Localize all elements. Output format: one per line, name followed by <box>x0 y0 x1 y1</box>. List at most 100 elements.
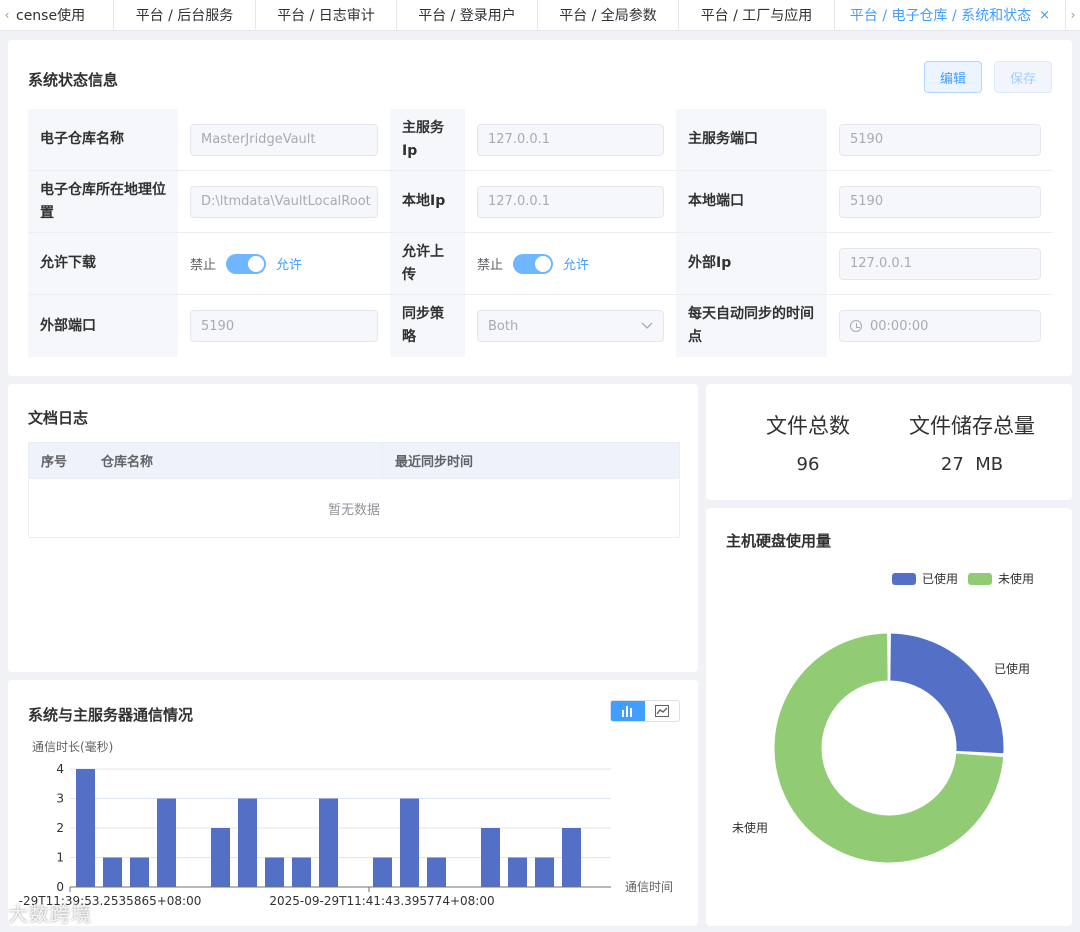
bar[interactable] <box>157 798 176 888</box>
field-label: 外部Ip <box>676 233 827 294</box>
donut-slice-used[interactable] <box>889 632 1005 755</box>
bar[interactable] <box>265 857 284 888</box>
bar[interactable] <box>211 828 230 887</box>
bar[interactable] <box>562 828 581 887</box>
tab-bar: ‹ cense使用 平台 / 后台服务 平台 / 日志审计 平台 / 登录用户 … <box>0 0 1080 31</box>
field-label: 本地端口 <box>676 171 827 232</box>
y-tick-label: 1 <box>56 851 64 865</box>
external-ip-input[interactable]: 127.0.0.1 <box>839 247 1041 280</box>
document-log-table: 序号 仓库名称 最近同步时间 暂无数据 <box>28 442 680 538</box>
field-value: 禁止 允许 <box>178 233 390 294</box>
scroll-left-icon[interactable]: ‹ <box>0 0 14 30</box>
y-tick-label: 2 <box>56 821 64 835</box>
field-value: 127.0.0.1 <box>465 171 676 232</box>
external-port-input[interactable]: 5190 <box>190 310 378 342</box>
bar[interactable] <box>319 798 338 888</box>
field-value: 禁止 允许 <box>465 233 676 294</box>
tab-label: 平台 / 登录用户 <box>418 8 516 24</box>
field-label: 本地Ip <box>390 171 465 232</box>
stat-label: 文件储存总量 <box>909 414 1035 438</box>
section-title: 文档日志 <box>28 409 89 427</box>
field-value: Both <box>465 295 676 357</box>
select-value: Both <box>488 318 519 334</box>
stat-value: 27 MB <box>940 454 1004 475</box>
bar[interactable] <box>103 857 122 888</box>
field-label: 允许上传 <box>390 233 465 294</box>
main-port-input[interactable]: 5190 <box>839 123 1041 156</box>
y-tick-label: 4 <box>56 762 64 776</box>
switch-on-label: 允许 <box>276 258 303 273</box>
field-label: 每天自动同步的时间点 <box>676 295 827 357</box>
section-title: 系统状态信息 <box>28 71 119 89</box>
close-icon[interactable]: × <box>1039 8 1050 23</box>
system-form: 电子仓库名称 MasterJridgeVault 主服务Ip 127.0.0.1… <box>28 109 1053 357</box>
form-row: 电子仓库所在地理位置 D:\ltmdata\VaultLocalRoot 本地I… <box>28 171 1053 233</box>
field-value: 127.0.0.1 <box>465 109 676 170</box>
local-ip-input[interactable]: 127.0.0.1 <box>477 185 664 218</box>
daily-sync-time-picker[interactable]: 00:00:00 <box>839 310 1041 342</box>
bar[interactable] <box>76 769 95 887</box>
column-header: 仓库名称 <box>89 443 383 478</box>
bar[interactable] <box>400 798 419 888</box>
tab-vault-system-status[interactable]: 平台 / 电子仓库 / 系统和状态 × <box>835 0 1066 30</box>
save-button[interactable]: 保存 <box>994 61 1052 93</box>
switch-off-label: 禁止 <box>477 258 504 273</box>
bar[interactable] <box>238 798 257 888</box>
x-tick-label: 2025-09-29T11:41:43.395774+08:00 <box>269 894 494 908</box>
storage-total-stat: 文件储存总量 27 MB <box>898 410 1046 475</box>
communication-bar-chart: 通信时长(毫秒) 通信时间 01234 -29T11:39:53.2535865… <box>19 739 673 908</box>
field-label: 主服务端口 <box>676 109 827 170</box>
allow-download-switch[interactable]: 禁止 允许 <box>190 253 303 274</box>
switch-off-label: 禁止 <box>190 258 217 273</box>
allow-upload-switch[interactable]: 禁止 允许 <box>477 253 589 274</box>
tab-log-audit[interactable]: 平台 / 日志审计 <box>256 0 397 30</box>
toggle-switch[interactable] <box>226 253 267 274</box>
field-value: 5190 <box>827 171 1053 232</box>
disk-donut-chart: 已使用 未使用 <box>732 632 1030 864</box>
tab-login-users[interactable]: 平台 / 登录用户 <box>397 0 538 30</box>
tab-backend-service[interactable]: 平台 / 后台服务 <box>114 0 256 30</box>
form-row: 电子仓库名称 MasterJridgeVault 主服务Ip 127.0.0.1… <box>28 109 1053 171</box>
scroll-right-icon[interactable]: › <box>1066 0 1080 30</box>
bar[interactable] <box>481 828 500 887</box>
tab-label: 平台 / 全局参数 <box>559 8 657 24</box>
edit-button[interactable]: 编辑 <box>924 61 982 93</box>
document-log-card: 文档日志 序号 仓库名称 最近同步时间 暂无数据 <box>8 384 698 672</box>
bar[interactable] <box>427 857 446 888</box>
field-label: 外部端口 <box>28 295 178 357</box>
field-value: 127.0.0.1 <box>827 233 1053 294</box>
field-value: 00:00:00 <box>827 295 1053 357</box>
bar[interactable] <box>508 857 527 888</box>
tab-label: cense使用 <box>16 8 86 24</box>
vault-location-input[interactable]: D:\ltmdata\VaultLocalRoot <box>190 185 378 218</box>
bar[interactable] <box>292 857 311 888</box>
form-row: 允许下载 禁止 允许 允许上传 禁止 允许 外部Ip 127.0.0.1 <box>28 233 1053 295</box>
field-label: 电子仓库所在地理位置 <box>28 171 178 232</box>
tab-global-params[interactable]: 平台 / 全局参数 <box>538 0 679 30</box>
y-tick-label: 3 <box>56 792 64 806</box>
field-label: 主服务Ip <box>390 109 465 170</box>
local-port-input[interactable]: 5190 <box>839 185 1041 218</box>
chevron-down-icon <box>641 322 653 329</box>
empty-state: 暂无数据 <box>29 478 679 537</box>
stat-label: 文件总数 <box>766 414 850 438</box>
bar[interactable] <box>373 857 392 888</box>
field-value: D:\ltmdata\VaultLocalRoot <box>178 171 390 232</box>
bar[interactable] <box>130 857 149 888</box>
field-value: 5190 <box>178 295 390 357</box>
bar[interactable] <box>535 857 554 888</box>
stat-value: 96 <box>796 454 820 475</box>
tab-factory-apps[interactable]: 平台 / 工厂与应用 <box>679 0 835 30</box>
field-label: 电子仓库名称 <box>28 109 178 170</box>
sync-strategy-select[interactable]: Both <box>477 310 664 342</box>
file-stats-card: 文件总数 96 文件储存总量 27 MB <box>706 384 1072 500</box>
disk-usage-card: 主机硬盘使用量 已使用 未使用 已使用 未使用 <box>706 508 1072 926</box>
tab-license[interactable]: cense使用 <box>14 0 114 30</box>
main-ip-input[interactable]: 127.0.0.1 <box>477 123 664 156</box>
field-label: 同步策略 <box>390 295 465 357</box>
slice-label-unused: 未使用 <box>732 820 768 835</box>
tab-label: 平台 / 工厂与应用 <box>700 8 813 24</box>
toggle-switch[interactable] <box>513 253 554 274</box>
vault-name-input[interactable]: MasterJridgeVault <box>190 123 378 156</box>
x-axis-label: 通信时间 <box>625 880 673 894</box>
